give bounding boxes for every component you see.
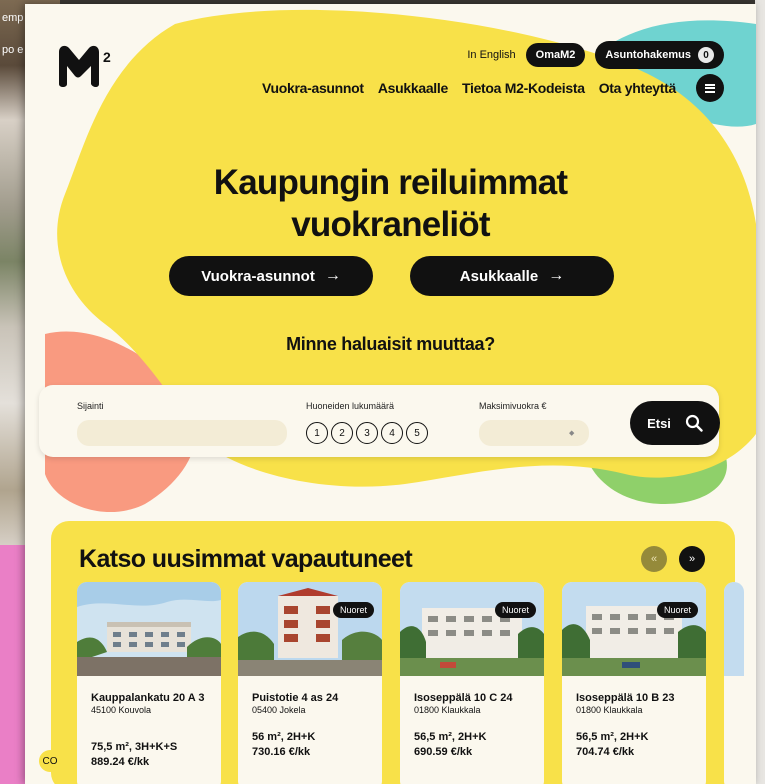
- nav-contact[interactable]: Ota yhteyttä: [599, 80, 677, 96]
- listing-address-text: Isoseppälä 10 C 24: [414, 692, 513, 704]
- listing-area: 75,5 m², 3H+K+S: [91, 741, 178, 753]
- listing-rent: 704.74 €/kk: [576, 746, 635, 758]
- logo[interactable]: 2: [57, 42, 121, 90]
- building-photo: [77, 582, 221, 676]
- listing-city: 01800 Klaukkala: [414, 705, 481, 715]
- nav-about[interactable]: Tietoa M2-Kodeista: [462, 80, 585, 96]
- stepper-icon[interactable]: ◆: [569, 429, 574, 437]
- search-panel: Sijainti Huoneiden lukumäärä 1 2 3 4 5 M…: [39, 385, 720, 457]
- listing-area: 56,5 m², 2H+K: [414, 731, 487, 743]
- room-count-option[interactable]: 3: [356, 422, 378, 444]
- oma-m2-button[interactable]: OmaM2: [525, 43, 586, 67]
- listing-badge: Nuoret: [332, 602, 374, 618]
- cookie-settings-icon[interactable]: CO: [39, 750, 61, 772]
- listing-area: 56 m², 2H+K: [252, 731, 316, 743]
- listing-specs: 56,5 m², 2H+K 704.74 €/kk: [576, 730, 648, 760]
- listing-card[interactable]: Nuoret Isoseppälä 10 B 23 01800 Klaukkal…: [562, 582, 706, 784]
- listing-rent: 690.59 €/kk: [414, 746, 473, 758]
- listing-address: Puistotie 4 as 24 05400 Jokela: [252, 692, 372, 716]
- listing-city: 05400 Jokela: [252, 705, 306, 715]
- hero-title: Kaupungin reiluimmat vuokraneliöt: [25, 162, 756, 246]
- button-label: Vuokra-asunnot: [201, 267, 315, 285]
- listing-specs: 75,5 m², 3H+K+S 889.24 €/kk: [91, 740, 177, 770]
- arrow-right-icon: →: [324, 267, 341, 284]
- room-count-option[interactable]: 4: [381, 422, 403, 444]
- arrow-right-icon: →: [548, 267, 565, 284]
- search-heading: Minne haluaisit muuttaa?: [286, 334, 495, 354]
- listing-rent: 730.16 €/kk: [252, 746, 311, 758]
- listing-address: Kauppalankatu 20 A 3 45100 Kouvola: [91, 692, 211, 716]
- listing-specs: 56 m², 2H+K 730.16 €/kk: [252, 730, 315, 760]
- listings-title: Katso uusimmat vapautuneet: [79, 545, 413, 573]
- latest-listings-section: Katso uusimmat vapautuneet « » Kauppalan…: [51, 521, 744, 784]
- language-link[interactable]: In English: [467, 49, 515, 61]
- listing-address: Isoseppälä 10 C 24 01800 Klaukkala: [414, 692, 534, 716]
- application-label: Asuntohakemus: [605, 49, 691, 61]
- oma-m2-label: OmaM2: [535, 49, 576, 61]
- background-text: po e: [2, 44, 24, 56]
- search-submit-button[interactable]: Etsi: [630, 401, 720, 445]
- location-input[interactable]: [77, 420, 287, 446]
- background-text: emp: [2, 12, 24, 24]
- nav-rental-apartments[interactable]: Vuokra-asunnot: [262, 80, 364, 96]
- building-photo: [238, 582, 382, 676]
- hero-title-line: Kaupungin reiluimmat: [213, 163, 568, 202]
- hero-title-line: vuokraneliöt: [291, 205, 490, 244]
- location-label: Sijainti: [77, 401, 104, 411]
- hero-for-residents-button[interactable]: Asukkaalle →: [410, 256, 614, 296]
- listing-address-text: Kauppalankatu 20 A 3: [91, 692, 205, 704]
- search-button-label: Etsi: [647, 415, 671, 431]
- listing-city: 01800 Klaukkala: [576, 705, 643, 715]
- listing-specs: 56,5 m², 2H+K 690.59 €/kk: [414, 730, 486, 760]
- room-count-option[interactable]: 5: [406, 422, 428, 444]
- rooms-label: Huoneiden lukumäärä: [306, 401, 395, 411]
- listing-card[interactable]: Nuoret Isoseppälä 10 C 24 01800 Klaukkal…: [400, 582, 544, 784]
- button-label: Asukkaalle: [459, 267, 539, 285]
- building-photo: [724, 582, 744, 676]
- rent-label: Maksimivuokra €: [479, 401, 547, 411]
- building-photo: [562, 582, 706, 676]
- application-count-badge: 0: [698, 47, 714, 63]
- application-button[interactable]: Asuntohakemus 0: [595, 41, 724, 69]
- svg-text:2: 2: [103, 49, 111, 65]
- hamburger-menu-icon[interactable]: [696, 74, 724, 102]
- listing-address-text: Isoseppälä 10 B 23: [576, 692, 675, 704]
- main-nav: Vuokra-asunnot Asukkaalle Tietoa M2-Kode…: [262, 74, 724, 102]
- nav-for-residents[interactable]: Asukkaalle: [378, 80, 448, 96]
- listing-card[interactable]: Kauppalankatu 20 A 3 45100 Kouvola 75,5 …: [77, 582, 221, 784]
- search-icon: [685, 414, 703, 432]
- room-count-option[interactable]: 1: [306, 422, 328, 444]
- utility-nav: In English OmaM2 Asuntohakemus 0: [467, 41, 724, 69]
- carousel-next-button[interactable]: »: [679, 546, 705, 572]
- listing-address: Isoseppälä 10 B 23 01800 Klaukkala: [576, 692, 696, 716]
- background-strip: [755, 0, 765, 784]
- listing-city: 45100 Kouvola: [91, 705, 152, 715]
- rooms-selector: 1 2 3 4 5: [306, 422, 428, 444]
- listing-badge: Nuoret: [494, 602, 536, 618]
- carousel-prev-button[interactable]: «: [641, 546, 667, 572]
- room-count-option[interactable]: 2: [331, 422, 353, 444]
- listing-badge: Nuoret: [656, 602, 698, 618]
- listing-rent: 889.24 €/kk: [91, 756, 150, 768]
- building-photo: [400, 582, 544, 676]
- cookie-label: CO: [42, 755, 58, 767]
- listing-card[interactable]: Nuoret Puistotie 4 as 24 05400 Jokela 56…: [238, 582, 382, 784]
- listing-area: 56,5 m², 2H+K: [576, 731, 649, 743]
- hero-rental-apartments-button[interactable]: Vuokra-asunnot →: [169, 256, 373, 296]
- listing-card-peek[interactable]: [724, 582, 744, 784]
- listing-address-text: Puistotie 4 as 24: [252, 692, 339, 704]
- browser-window: 2 In English OmaM2 Asuntohakemus 0 Vuokr…: [25, 4, 756, 784]
